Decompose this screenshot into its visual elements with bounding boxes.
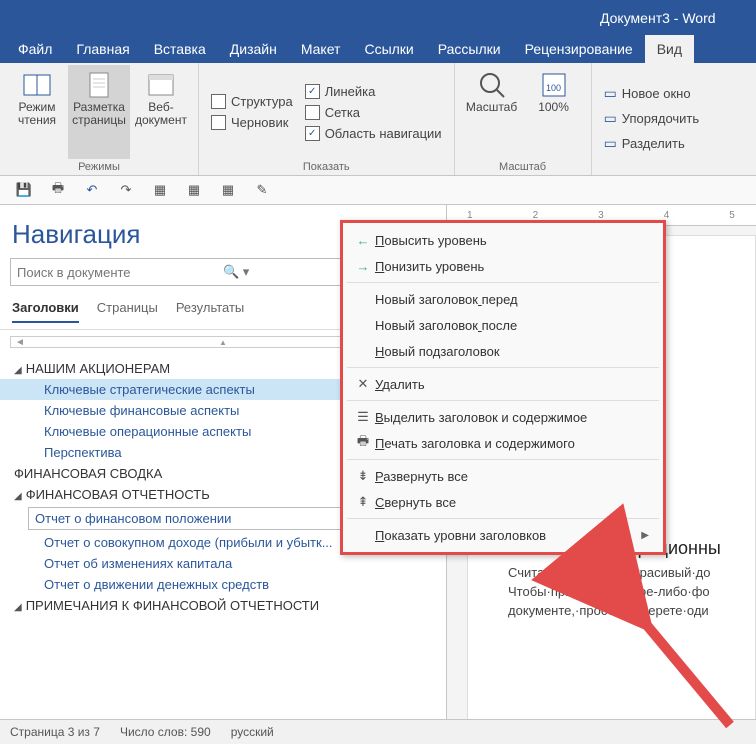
split-icon: ▭ [604, 135, 617, 152]
reading-mode-icon [21, 69, 53, 101]
arrange-icon: ▭ [604, 110, 617, 127]
menu-review[interactable]: Рецензирование [513, 41, 645, 57]
menu-item-icon: ← [351, 233, 375, 248]
structure-checkbox[interactable]: Структура [211, 94, 293, 109]
print-icon[interactable]: 🖶 [48, 180, 68, 200]
zoom-icon [476, 69, 508, 101]
tab-pages[interactable]: Страницы [97, 300, 158, 323]
menu-references[interactable]: Ссылки [352, 41, 425, 57]
web-layout-icon [145, 69, 177, 101]
menu-item-label: Повысить уровень [375, 233, 649, 248]
context-menu-item[interactable]: Новый заголовок после [343, 312, 663, 338]
save-icon[interactable]: 💾 [14, 180, 34, 200]
context-menu-item[interactable]: ✕Удалить [343, 371, 663, 397]
tab-headings[interactable]: Заголовки [12, 300, 79, 323]
doc-paragraph: Считаете,·что·такой·красивый·до [508, 565, 755, 580]
menu-design[interactable]: Дизайн [218, 41, 289, 57]
context-menu: ←Повысить уровень→Понизить уровеньНовый … [340, 220, 666, 555]
menu-item-icon: ⇟ [351, 468, 375, 484]
context-menu-item[interactable]: Новый заголовок перед [343, 286, 663, 312]
redo-icon[interactable]: ↷ [116, 180, 136, 200]
context-menu-item[interactable]: Новый подзаголовок [343, 338, 663, 364]
context-menu-item[interactable]: ☰Выделить заголовок и содержимое [343, 404, 663, 430]
menu-item-label: Выделить заголовок и содержимое [375, 410, 649, 425]
quick-access-toolbar: 💾 🖶 ↶ ↷ ▦ ▦ ▦ ✎ [0, 176, 756, 205]
menu-separator [347, 282, 659, 283]
menu-bar: Файл Главная Вставка Дизайн Макет Ссылки… [0, 35, 756, 63]
navpane-checkbox[interactable]: ✓Область навигации [305, 126, 442, 141]
doc-paragraph: документе,·просто·выберете·оди [508, 603, 755, 618]
undo-icon[interactable]: ↶ [82, 180, 102, 200]
ruler-checkbox[interactable]: ✓Линейка [305, 84, 442, 99]
draft-checkbox[interactable]: Черновик [211, 115, 293, 130]
ribbon-group-show: Структура Черновик ✓Линейка Сетка ✓Облас… [199, 63, 455, 175]
context-menu-item[interactable]: ←Повысить уровень [343, 227, 663, 253]
table-icon[interactable]: ▦ [150, 180, 170, 200]
tab-results[interactable]: Результаты [176, 300, 244, 323]
picture-icon[interactable]: ▦ [218, 180, 238, 200]
menu-view[interactable]: Вид [645, 35, 694, 63]
zoom-100-icon: 100 [538, 69, 570, 101]
menu-item-label: Новый заголовок перед [375, 292, 649, 307]
page-layout-button[interactable]: Разметка страницы [68, 65, 130, 159]
page-layout-icon [83, 69, 115, 101]
menu-home[interactable]: Главная [64, 41, 141, 57]
menu-item-label: Новый заголовок после [375, 318, 649, 333]
zoom-100-button[interactable]: 100100% [523, 65, 585, 159]
tree-item[interactable]: Отчет об изменениях капитала [0, 553, 446, 574]
reading-mode-button[interactable]: Режим чтения [6, 65, 68, 159]
menu-item-label: Удалить [375, 377, 649, 392]
menu-item-label: Свернуть все [375, 495, 649, 510]
ribbon-group-window: ▭Новое окно ▭Упорядочить ▭Разделить [592, 63, 712, 175]
menu-item-icon: 🖶 [351, 432, 375, 454]
menu-separator [347, 367, 659, 368]
title-bar: Документ3 - Word [0, 0, 756, 35]
brush-icon[interactable]: ✎ [252, 180, 272, 200]
ribbon-group-modes: Режим чтения Разметка страницы Веб- доку… [0, 63, 199, 175]
menu-separator [347, 459, 659, 460]
menu-item-label: Новый подзаголовок [375, 344, 649, 359]
tree-item[interactable]: ◢ПРИМЕЧАНИЯ К ФИНАНСОВОЙ ОТЧЕТНОСТИ [0, 595, 446, 616]
split-button[interactable]: ▭Разделить [604, 135, 700, 152]
menu-mailings[interactable]: Рассылки [426, 41, 513, 57]
menu-item-icon: ✕ [351, 376, 375, 392]
menu-item-label: Печать заголовка и содержимого [375, 436, 649, 451]
menu-item-icon: → [351, 259, 375, 274]
context-menu-item[interactable]: ⇟Развернуть все [343, 463, 663, 489]
menu-separator [347, 518, 659, 519]
ribbon: Режим чтения Разметка страницы Веб- доку… [0, 63, 756, 176]
status-page[interactable]: Страница 3 из 7 [10, 725, 100, 739]
menu-file[interactable]: Файл [6, 41, 64, 57]
menu-layout[interactable]: Макет [289, 41, 353, 57]
doc-paragraph: Чтобы·применить·какое-либо·фо [508, 584, 755, 599]
svg-text:100: 100 [546, 83, 561, 93]
window-title: Документ3 - Word [600, 10, 716, 26]
status-language[interactable]: русский [231, 725, 274, 739]
menu-item-icon: ⇞ [351, 494, 375, 510]
context-menu-item[interactable]: 🖶Печать заголовка и содержимого [343, 430, 663, 456]
menu-item-label: Понизить уровень [375, 259, 649, 274]
web-layout-button[interactable]: Веб- документ [130, 65, 192, 159]
ribbon-group-zoom: Масштаб 100100% Масштаб [455, 63, 592, 175]
arrange-button[interactable]: ▭Упорядочить [604, 110, 700, 127]
status-bar: Страница 3 из 7 Число слов: 590 русский [0, 719, 756, 744]
context-menu-item[interactable]: →Понизить уровень [343, 253, 663, 279]
table2-icon[interactable]: ▦ [184, 180, 204, 200]
grid-checkbox[interactable]: Сетка [305, 105, 442, 120]
menu-item-label: Развернуть все [375, 469, 649, 484]
menu-item-label: Показать уровни заголовков [375, 528, 641, 543]
status-words[interactable]: Число слов: 590 [120, 725, 211, 739]
menu-insert[interactable]: Вставка [142, 41, 218, 57]
new-window-button[interactable]: ▭Новое окно [604, 85, 700, 102]
new-window-icon: ▭ [604, 85, 617, 102]
submenu-arrow-icon: ▶ [641, 530, 649, 541]
context-menu-item[interactable]: Показать уровни заголовков▶ [343, 522, 663, 548]
zoom-button[interactable]: Масштаб [461, 65, 523, 159]
tree-item[interactable]: Отчет о движении денежных средств [0, 574, 446, 595]
menu-separator [347, 400, 659, 401]
context-menu-item[interactable]: ⇞Свернуть все [343, 489, 663, 515]
menu-item-icon: ☰ [351, 409, 375, 425]
